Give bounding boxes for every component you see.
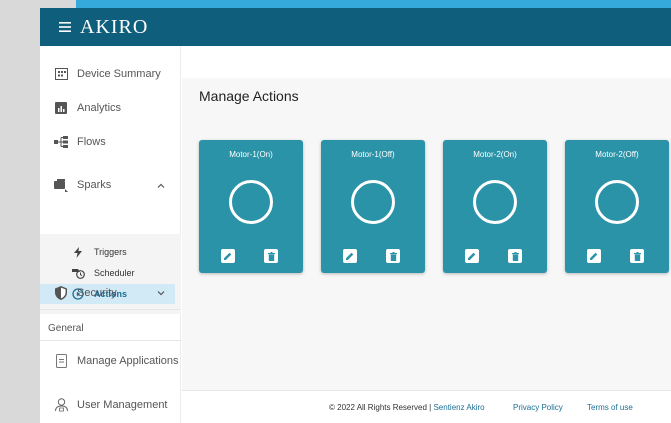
actions-content: Manage Actions Motor-1(On) Motor-1(Off) — [182, 78, 671, 390]
app-window: AKIRO Device Summary Analytics Flows Spa… — [40, 8, 671, 423]
sidebar-item-label: Flows — [77, 136, 106, 148]
action-status-ring — [473, 180, 517, 224]
sidebar-item-user-management[interactable]: User Management — [40, 395, 181, 415]
footer-copyright: © 2022 All Rights Reserved | Sentienz Ak… — [329, 403, 485, 412]
sidebar-item-label: Analytics — [77, 102, 122, 114]
main-top-bar — [182, 46, 671, 78]
privacy-policy-link[interactable]: Privacy Policy — [513, 403, 563, 412]
sidebar: Device Summary Analytics Flows Sparks Tr… — [40, 46, 181, 423]
trash-icon — [511, 251, 519, 261]
sidebar-subitem-scheduler[interactable]: Scheduler — [40, 263, 175, 283]
action-card[interactable]: Motor-2(On) — [443, 140, 547, 273]
sidebar-divider — [40, 309, 181, 310]
action-card[interactable]: Motor-1(Off) — [321, 140, 425, 273]
chevron-down-icon[interactable] — [157, 288, 165, 299]
footer: © 2022 All Rights Reserved | Sentienz Ak… — [182, 390, 671, 423]
sidebar-item-sparks[interactable]: Sparks — [40, 174, 181, 196]
pencil-icon — [468, 252, 476, 260]
sidebar-item-label: User Management — [77, 399, 168, 411]
trash-icon — [267, 251, 275, 261]
pencil-icon — [346, 252, 354, 260]
sidebar-item-label: Sparks — [77, 179, 112, 191]
action-card-title: Motor-1(On) — [229, 150, 273, 159]
lightning-icon — [71, 245, 85, 259]
delete-button[interactable] — [386, 249, 400, 263]
delete-button[interactable] — [264, 249, 278, 263]
sparks-icon — [54, 178, 68, 192]
sidebar-item-flows[interactable]: Flows — [40, 132, 181, 152]
user-management-icon — [54, 398, 68, 412]
brand-logo[interactable]: AKIRO — [80, 16, 148, 39]
main-panel: Manage Actions Motor-1(On) Motor-1(Off) — [182, 46, 671, 423]
sidebar-item-analytics[interactable]: Analytics — [40, 98, 181, 118]
device-summary-icon — [54, 67, 68, 81]
hamburger-icon[interactable] — [56, 18, 74, 36]
pencil-icon — [590, 252, 598, 260]
action-status-ring — [351, 180, 395, 224]
copyright-text: © 2022 All Rights Reserved | — [329, 403, 434, 412]
delete-button[interactable] — [630, 249, 644, 263]
sidebar-item-label: Device Summary — [77, 68, 161, 80]
action-status-ring — [229, 180, 273, 224]
flows-icon — [54, 135, 68, 149]
action-card-title: Motor-2(On) — [473, 150, 517, 159]
edit-button[interactable] — [587, 249, 601, 263]
sidebar-item-label: Manage Applications — [77, 355, 179, 367]
applications-icon — [54, 354, 68, 368]
edit-button[interactable] — [343, 249, 357, 263]
action-card[interactable]: Motor-1(On) — [199, 140, 303, 273]
sidebar-subitem-label: Triggers — [94, 247, 127, 257]
section-label-general: General — [48, 323, 84, 334]
edit-button[interactable] — [465, 249, 479, 263]
sidebar-subitem-triggers[interactable]: Triggers — [40, 242, 175, 262]
security-icon — [54, 286, 68, 300]
action-card[interactable]: Motor-2(Off) — [565, 140, 669, 273]
sidebar-divider — [40, 340, 181, 341]
delete-button[interactable] — [508, 249, 522, 263]
pencil-icon — [224, 252, 232, 260]
sidebar-subitem-label: Scheduler — [94, 268, 135, 278]
sidebar-item-manage-applications[interactable]: Manage Applications — [40, 351, 181, 371]
company-link[interactable]: Sentienz Akiro — [433, 403, 484, 412]
trash-icon — [389, 251, 397, 261]
analytics-icon — [54, 101, 68, 115]
app-header: AKIRO — [40, 8, 671, 46]
scheduler-icon — [71, 266, 85, 280]
sidebar-item-device-summary[interactable]: Device Summary — [40, 64, 181, 84]
action-status-ring — [595, 180, 639, 224]
action-card-title: Motor-1(Off) — [351, 150, 395, 159]
trash-icon — [633, 251, 641, 261]
sidebar-item-security[interactable]: Security — [40, 282, 181, 304]
edit-button[interactable] — [221, 249, 235, 263]
action-card-title: Motor-2(Off) — [595, 150, 639, 159]
chevron-up-icon[interactable] — [157, 180, 165, 191]
top-accent-strip — [76, 0, 671, 8]
page-title: Manage Actions — [199, 88, 299, 104]
sidebar-item-label: Security — [77, 287, 117, 299]
terms-of-use-link[interactable]: Terms of use — [587, 403, 633, 412]
